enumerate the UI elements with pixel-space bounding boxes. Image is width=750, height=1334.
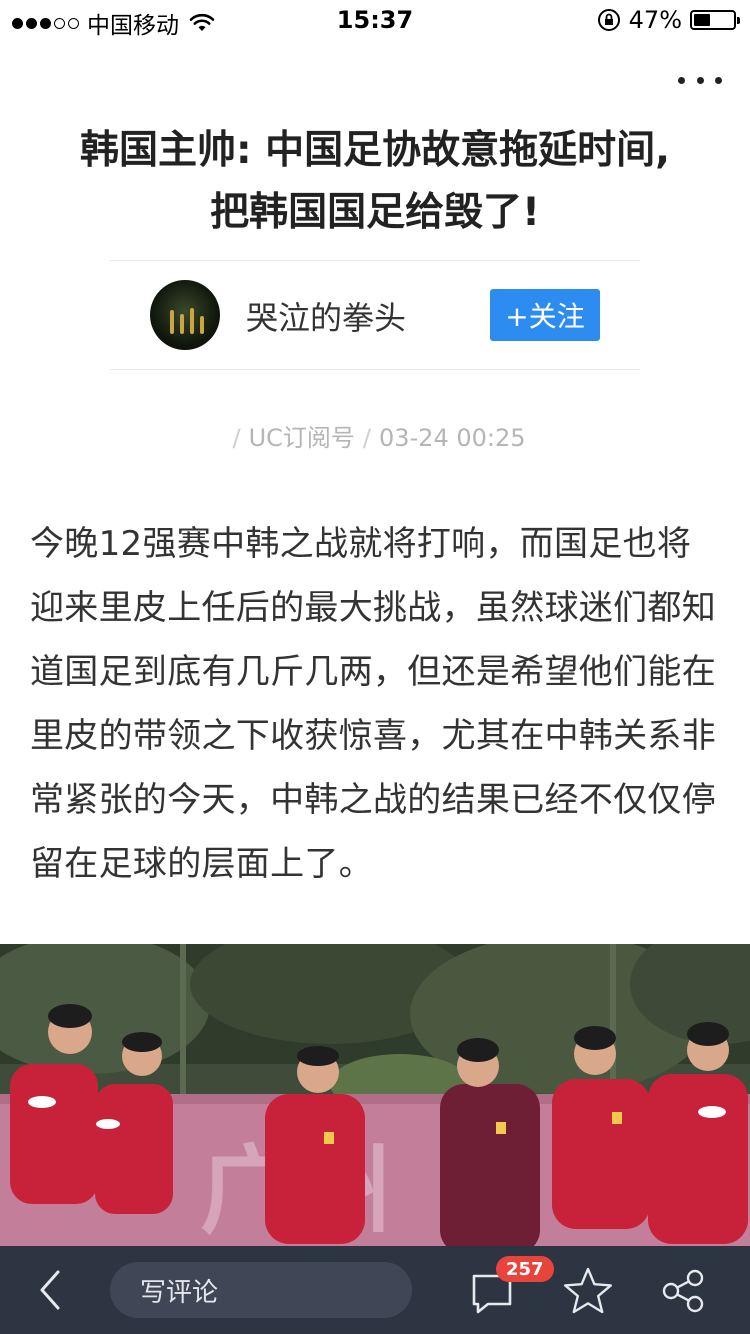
source-label: UC订阅号 xyxy=(248,424,355,452)
bottom-toolbar: 写评论 xyxy=(0,1246,750,1334)
status-bar: 中国移动 15:37 47% xyxy=(0,0,750,40)
follow-button[interactable]: +关注 xyxy=(490,289,600,341)
rotation-lock-icon xyxy=(597,9,620,31)
photo-illustration: 广州 xyxy=(0,944,750,1254)
article-body: 今晚12强赛中韩之战就将打响，而国足也将迎来里皮上任后的最大挑战，虽然球迷们都知… xyxy=(30,524,716,884)
battery-fill xyxy=(694,14,710,26)
avatar[interactable] xyxy=(150,280,220,350)
more-icon[interactable] xyxy=(678,66,722,94)
share-icon[interactable] xyxy=(660,1268,706,1314)
publish-time: 03-24 00:25 xyxy=(378,424,526,452)
article-photo[interactable]: 广州 xyxy=(0,944,750,1254)
star-icon[interactable] xyxy=(562,1266,614,1316)
comment-count-badge: 257 xyxy=(496,1256,554,1282)
article-title: 韩国主帅: 中国足协故意拖延时间, 把韩国国足给毁了! xyxy=(80,128,670,235)
meta-separator: / xyxy=(232,424,241,452)
divider-bottom xyxy=(110,369,640,370)
comment-placeholder: 写评论 xyxy=(140,1277,219,1308)
author-name[interactable]: 哭泣的拳头 xyxy=(246,293,406,339)
comment-input[interactable]: 写评论 xyxy=(110,1262,412,1318)
article-meta: / UC订阅号/03-24 00:25 xyxy=(0,418,750,453)
meta-separator: / xyxy=(362,424,371,452)
battery-icon xyxy=(690,10,740,30)
status-right: 47% xyxy=(597,6,740,34)
battery-percent: 47% xyxy=(628,6,682,34)
back-icon[interactable] xyxy=(30,1266,74,1314)
divider-top xyxy=(110,260,640,261)
